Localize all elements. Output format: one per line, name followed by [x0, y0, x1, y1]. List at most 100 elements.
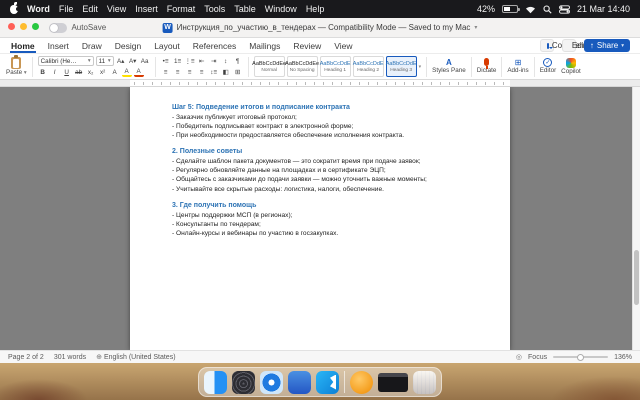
menu-window[interactable]: Window: [265, 4, 297, 14]
menu-word[interactable]: Word: [27, 4, 50, 14]
subscript-button[interactable]: x₂: [86, 68, 96, 77]
text-effects-button[interactable]: A: [110, 68, 120, 77]
show-paragraph-marks-button[interactable]: ¶: [233, 57, 243, 66]
zoom-slider[interactable]: [553, 356, 608, 358]
focus-toggle[interactable]: Focus: [528, 354, 547, 361]
menu-file[interactable]: File: [59, 4, 74, 14]
superscript-button[interactable]: x²: [98, 68, 108, 77]
ruler[interactable]: [0, 80, 640, 87]
tab-draw[interactable]: Draw: [81, 39, 103, 53]
bullets-button[interactable]: •≡: [161, 57, 171, 66]
styles-pane-button[interactable]: A Styles Pane: [432, 59, 466, 75]
editing-mode-button[interactable]: Editing ▾: [562, 39, 576, 52]
menu-edit[interactable]: Edit: [82, 4, 98, 14]
tab-review[interactable]: Review: [292, 39, 322, 53]
strikethrough-button[interactable]: ab: [74, 68, 84, 77]
copilot-label: Copilot: [561, 69, 581, 76]
word-count[interactable]: 301 words: [54, 354, 86, 361]
autosave-toggle[interactable]: [49, 23, 67, 33]
styles-pane-label: Styles Pane: [432, 68, 466, 75]
menu-table[interactable]: Table: [234, 4, 256, 14]
underline-button[interactable]: U: [62, 68, 72, 77]
font-name-select[interactable]: Calibri (He…▾: [38, 56, 94, 66]
style-heading-3[interactable]: AaBbCcDdE Heading 3: [386, 56, 417, 77]
comments-button[interactable]: Comments: [540, 39, 554, 52]
sort-button[interactable]: ↕: [221, 57, 231, 66]
doc-line: - Центры поддержки МСП (в регионах);: [172, 211, 470, 220]
paste-label: Paste: [6, 69, 22, 76]
change-case-button[interactable]: Aa: [140, 57, 150, 66]
tab-references[interactable]: References: [192, 39, 237, 53]
tab-design[interactable]: Design: [114, 39, 142, 53]
style-normal[interactable]: AaBbCcDdEe Normal: [254, 56, 285, 77]
dock-icon-blue-app[interactable]: [288, 371, 311, 394]
dock-icon-spiral-app[interactable]: [232, 371, 255, 394]
outdent-button[interactable]: ⇤: [197, 57, 207, 66]
apple-menu-icon[interactable]: [10, 5, 18, 14]
add-ins-button[interactable]: ⊞ Add-ins: [507, 59, 528, 75]
zoom-level[interactable]: 136%: [614, 354, 632, 361]
menu-help[interactable]: Help: [306, 4, 325, 14]
tab-mailings[interactable]: Mailings: [248, 39, 281, 53]
ribbon-home: Paste ▾ Calibri (He…▾ 11▾ A▴ A▾ Aa B I U…: [0, 54, 640, 80]
align-right-button[interactable]: ≡: [185, 68, 195, 77]
style-no-spacing[interactable]: AaBbCcDdEe No Spacing: [287, 56, 318, 77]
font-size-select[interactable]: 11▾: [96, 56, 114, 66]
font-color-button[interactable]: A: [134, 68, 144, 77]
fullscreen-window-button[interactable]: [32, 23, 39, 30]
multilevel-list-button[interactable]: ⋮≡: [185, 57, 195, 66]
autosave-control[interactable]: AutoSave: [49, 23, 106, 33]
minimize-window-button[interactable]: [20, 23, 27, 30]
wifi-icon[interactable]: [525, 5, 536, 14]
language-indicator[interactable]: ⊕ English (United States): [96, 353, 175, 361]
menu-insert[interactable]: Insert: [135, 4, 158, 14]
close-window-button[interactable]: [8, 23, 15, 30]
indent-button[interactable]: ⇥: [209, 57, 219, 66]
dictate-button[interactable]: Dictate: [477, 58, 497, 75]
editor-button[interactable]: ✓ Editor: [540, 58, 556, 75]
menu-format[interactable]: Format: [167, 4, 196, 14]
vertical-scrollbar[interactable]: [632, 87, 640, 350]
control-center-icon[interactable]: [559, 5, 570, 14]
dock-separator: [344, 371, 345, 393]
copilot-button[interactable]: Copilot: [561, 58, 581, 76]
search-icon[interactable]: [543, 5, 552, 14]
italic-button[interactable]: I: [50, 68, 60, 77]
paste-button[interactable]: Paste ▾: [6, 57, 27, 77]
dock-icon-orange-app[interactable]: [350, 371, 373, 394]
numbering-button[interactable]: 1≡: [173, 57, 183, 66]
document-page[interactable]: Шаг 5: Подведение итогов и подписание ко…: [130, 87, 510, 350]
align-center-button[interactable]: ≡: [173, 68, 183, 77]
align-left-button[interactable]: ≡: [161, 68, 171, 77]
doc-line: - Победитель подписывает контракт в элек…: [172, 122, 470, 131]
tab-layout[interactable]: Layout: [153, 39, 181, 53]
share-button[interactable]: ↑ Share ▾: [584, 39, 630, 52]
page-indicator[interactable]: Page 2 of 2: [8, 354, 44, 361]
highlight-color-button[interactable]: A: [122, 68, 132, 77]
zoom-slider-knob[interactable]: [577, 354, 584, 361]
line-spacing-button[interactable]: ↕≡: [209, 68, 219, 77]
style-sample: AaBbCcDdE: [320, 61, 351, 67]
shading-button[interactable]: ◧: [221, 68, 231, 77]
tab-home[interactable]: Home: [10, 39, 36, 53]
title-chevron-icon[interactable]: ▾: [474, 24, 477, 31]
shrink-font-button[interactable]: A▾: [128, 57, 138, 66]
tab-view[interactable]: View: [333, 39, 353, 53]
menu-tools[interactable]: Tools: [204, 4, 225, 14]
menubar-clock[interactable]: 21 Mar 14:40: [577, 4, 630, 14]
grow-font-button[interactable]: A▴: [116, 57, 126, 66]
scrollbar-thumb[interactable]: [634, 250, 639, 305]
dock-icon-code-editor[interactable]: [316, 371, 339, 394]
justify-button[interactable]: ≡: [197, 68, 207, 77]
dock-icon-finder[interactable]: [204, 371, 227, 394]
styles-gallery-more-button[interactable]: ▾: [419, 64, 422, 70]
bold-button[interactable]: B: [38, 68, 48, 77]
menu-view[interactable]: View: [107, 4, 126, 14]
dock-icon-browser[interactable]: [260, 371, 283, 394]
borders-button[interactable]: ⊞: [233, 68, 243, 77]
style-heading-2[interactable]: AaBbCcDdE Heading 2: [353, 56, 384, 77]
dock-icon-trash[interactable]: [413, 371, 436, 394]
style-heading-1[interactable]: AaBbCcDdE Heading 1: [320, 56, 351, 77]
dock-minimized-window[interactable]: [378, 373, 408, 392]
tab-insert[interactable]: Insert: [47, 39, 70, 53]
